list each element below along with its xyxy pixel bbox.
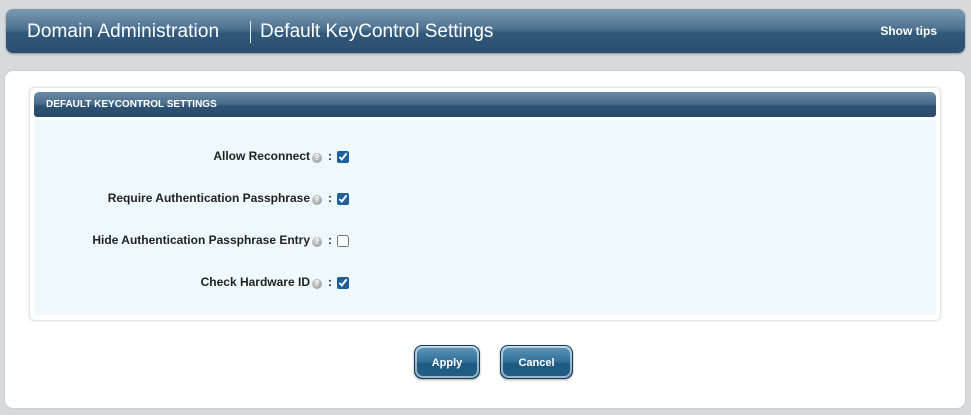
help-icon[interactable]: ?	[312, 153, 322, 163]
content-area: DEFAULT KEYCONTROL SETTINGS Allow Reconn…	[5, 71, 965, 408]
label-colon: :	[328, 233, 332, 247]
cancel-button[interactable]: Cancel	[500, 345, 573, 379]
setting-row-require-passphrase: Require Authentication Passphrase ? :	[35, 189, 349, 207]
setting-label: Allow Reconnect	[213, 149, 310, 163]
label-colon: :	[328, 191, 332, 205]
setting-label: Check Hardware ID	[200, 275, 310, 289]
setting-label: Hide Authentication Passphrase Entry	[92, 233, 310, 247]
header-divider	[250, 21, 251, 43]
require-passphrase-checkbox[interactable]	[337, 193, 349, 205]
help-icon[interactable]: ?	[312, 195, 322, 205]
hide-passphrase-entry-checkbox[interactable]	[337, 235, 349, 247]
setting-row-hide-passphrase-entry: Hide Authentication Passphrase Entry ? :	[35, 231, 349, 249]
show-tips-link[interactable]: Show tips	[880, 24, 937, 38]
settings-form: Allow Reconnect ? : Require Authenticati…	[35, 120, 936, 315]
setting-label: Require Authentication Passphrase	[107, 191, 310, 205]
help-icon[interactable]: ?	[312, 279, 322, 289]
panel-title: DEFAULT KEYCONTROL SETTINGS	[34, 92, 936, 117]
page-subtitle: Default KeyControl Settings	[260, 21, 494, 42]
page-header: Domain Administration Default KeyControl…	[6, 9, 965, 53]
settings-panel: DEFAULT KEYCONTROL SETTINGS Allow Reconn…	[29, 87, 941, 321]
allow-reconnect-checkbox[interactable]	[337, 151, 349, 163]
label-colon: :	[328, 149, 332, 163]
help-icon[interactable]: ?	[312, 237, 322, 247]
setting-row-check-hardware-id: Check Hardware ID ? :	[35, 273, 349, 291]
apply-button[interactable]: Apply	[414, 345, 480, 379]
setting-row-allow-reconnect: Allow Reconnect ? :	[35, 147, 349, 165]
check-hardware-id-checkbox[interactable]	[337, 277, 349, 289]
label-colon: :	[328, 275, 332, 289]
page-title: Domain Administration	[27, 21, 220, 42]
